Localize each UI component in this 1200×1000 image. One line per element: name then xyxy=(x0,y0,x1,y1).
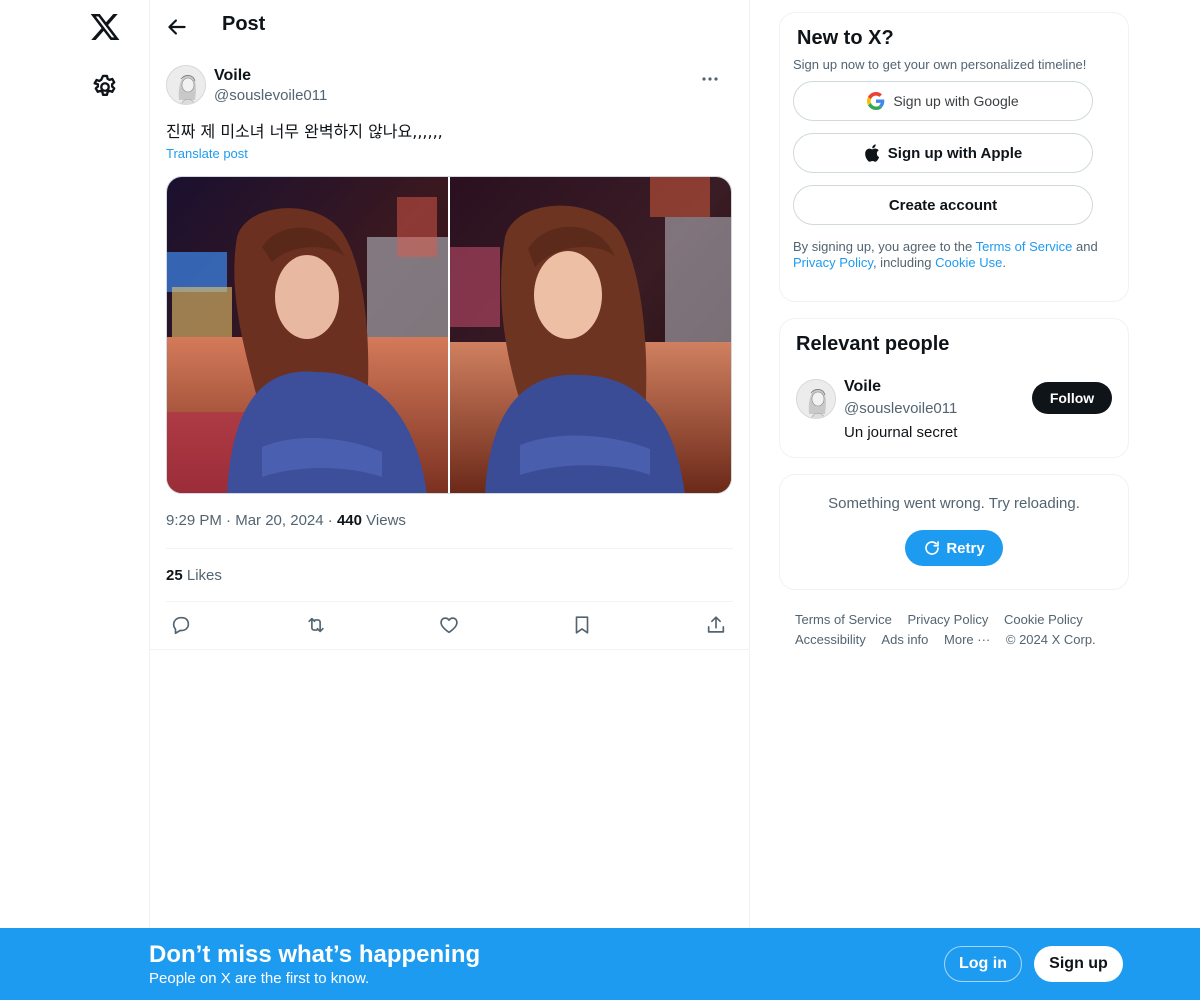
bottom-signup-bar: Don’t miss what’s happening People on X … xyxy=(0,928,1200,1000)
likes-count: 25 xyxy=(166,567,183,584)
views-count: 440 xyxy=(336,512,362,529)
footer-link[interactable]: Accessibility xyxy=(795,630,866,650)
error-message: Something went wrong. Try reloading. xyxy=(828,495,1080,512)
post-meta: 9:29 PM · Mar 20, 2024 · 440 Views xyxy=(166,511,733,549)
repost-icon[interactable] xyxy=(304,614,328,638)
footer-link[interactable]: More ··· xyxy=(944,630,990,650)
avatar[interactable] xyxy=(796,379,836,419)
post-header: Post xyxy=(150,0,749,53)
create-account-label: Create account xyxy=(888,196,998,214)
person-name[interactable]: Voile xyxy=(844,377,957,397)
signup-google-label: Sign up with Google xyxy=(893,93,1019,109)
right-sidebar: New to X? Sign up now to get your own pe… xyxy=(779,12,1129,650)
avatar[interactable] xyxy=(166,65,206,105)
refresh-icon xyxy=(925,541,940,555)
login-button[interactable]: Log in xyxy=(944,946,1022,982)
footer-links: Terms of Service Privacy Policy Cookie P… xyxy=(779,610,1129,650)
create-account-button[interactable]: Create account xyxy=(793,185,1093,225)
signup-legal: By signing up, you agree to the Terms of… xyxy=(793,239,1112,271)
footer-link[interactable]: Cookie Policy xyxy=(1004,610,1083,630)
footer-link[interactable]: Privacy Policy xyxy=(907,610,988,630)
post-media xyxy=(166,176,732,494)
signup-apple-button[interactable]: Sign up with Apple xyxy=(793,133,1093,173)
bottom-bar-subtitle: People on X are the first to know. xyxy=(149,970,370,987)
x-logo-icon[interactable] xyxy=(89,11,121,43)
author-name[interactable]: Voile xyxy=(214,66,327,86)
retry-button[interactable]: Retry xyxy=(905,530,1003,566)
post: Voile @souslevoile011 진짜 제 미소녀 너무 완벽하지 않… xyxy=(150,65,749,650)
reply-icon[interactable] xyxy=(170,614,194,638)
legal-and: and xyxy=(1072,239,1098,254)
signup-card-subtitle: Sign up now to get your own personalized… xyxy=(793,57,1087,72)
error-card: Something went wrong. Try reloading. Ret… xyxy=(779,474,1129,590)
translate-post-link[interactable]: Translate post xyxy=(166,146,248,162)
bookmark-icon[interactable] xyxy=(571,614,595,638)
post-author: Voile @souslevoile011 xyxy=(166,65,733,117)
likes-row[interactable]: 25 Likes xyxy=(166,549,733,602)
signup-card: New to X? Sign up now to get your own pe… xyxy=(779,12,1129,302)
privacy-link[interactable]: Privacy Policy xyxy=(793,255,873,270)
meta-separator: · xyxy=(226,512,236,529)
signup-apple-label: Sign up with Apple xyxy=(887,144,1023,162)
follow-button[interactable]: Follow xyxy=(1032,382,1112,414)
footer-link[interactable]: Ads info xyxy=(881,630,928,650)
back-arrow-icon[interactable] xyxy=(164,14,190,40)
author-text: Voile @souslevoile011 xyxy=(214,66,327,117)
left-nav xyxy=(0,0,150,1000)
signup-button[interactable]: Sign up xyxy=(1034,946,1123,982)
relevant-person[interactable]: Voile @souslevoile011 Un journal secret … xyxy=(796,377,1112,445)
relevant-people-card: Relevant people Voile @souslevoile011 Un… xyxy=(779,318,1129,458)
main-column: Post Voile @souslevoile011 진짜 제 미소녀 너무 완… xyxy=(149,0,750,1000)
footer-link[interactable]: Terms of Service xyxy=(795,610,892,630)
legal-including: , including xyxy=(872,255,936,270)
google-icon xyxy=(867,92,885,110)
post-photo-1[interactable] xyxy=(167,177,448,493)
footer-copyright: © 2024 X Corp. xyxy=(1005,632,1096,647)
gear-icon[interactable] xyxy=(91,73,119,101)
more-icon[interactable] xyxy=(695,69,725,89)
apple-icon xyxy=(864,144,879,162)
person-handle[interactable]: @souslevoile011 xyxy=(844,397,957,421)
like-icon[interactable] xyxy=(438,614,462,638)
retry-label: Retry xyxy=(946,539,985,557)
author-handle[interactable]: @souslevoile011 xyxy=(214,86,327,106)
person-bio: Un journal secret xyxy=(844,424,958,441)
post-text: 진짜 제 미소녀 너무 완벽하지 않나요,,,,,, xyxy=(166,122,443,141)
legal-end: . xyxy=(1002,255,1006,270)
terms-link[interactable]: Terms of Service xyxy=(976,239,1073,254)
legal-prefix: By signing up, you agree to the xyxy=(793,239,976,254)
page-title: Post xyxy=(222,13,266,35)
bottom-bar-title: Don’t miss what’s happening xyxy=(149,941,481,968)
signup-google-button[interactable]: Sign up with Google xyxy=(793,81,1093,121)
post-date[interactable]: Mar 20, 2024 xyxy=(235,512,323,529)
cookie-link[interactable]: Cookie Use xyxy=(935,255,1002,270)
signup-card-title: New to X? xyxy=(797,27,894,49)
relevant-people-title: Relevant people xyxy=(796,333,950,355)
post-photo-2[interactable] xyxy=(450,177,731,493)
share-icon[interactable] xyxy=(705,614,729,638)
person-text: Voile @souslevoile011 Un journal secret xyxy=(844,377,957,445)
views-label: Views xyxy=(366,512,406,529)
likes-label: Likes xyxy=(186,567,222,584)
post-actions xyxy=(150,602,749,650)
post-time[interactable]: 9:29 PM xyxy=(166,512,222,529)
meta-separator: · xyxy=(327,512,337,529)
